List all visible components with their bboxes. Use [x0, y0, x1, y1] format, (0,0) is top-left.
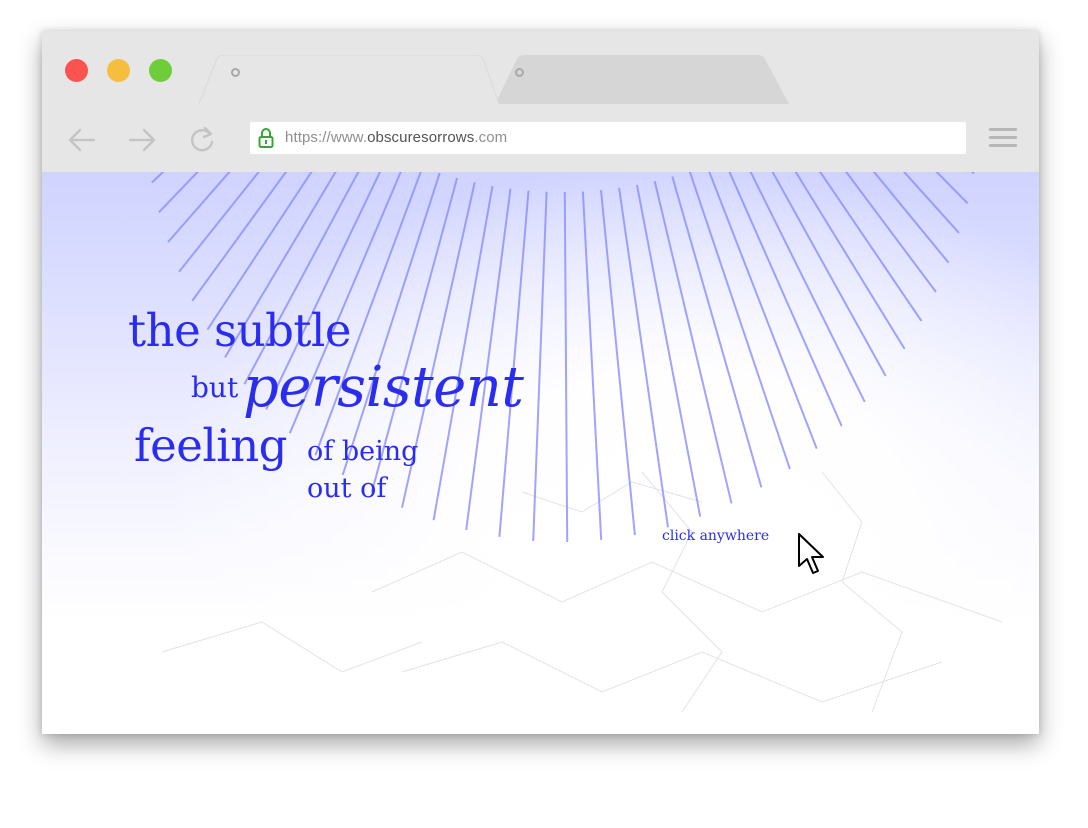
sun-ray [845, 172, 937, 293]
minimize-window-button[interactable] [107, 59, 130, 82]
sun-ray [563, 191, 569, 543]
sun-ray [636, 184, 702, 517]
url-domain: obscuresorrows [367, 129, 475, 146]
close-window-button[interactable] [65, 59, 88, 82]
sun-ray [708, 172, 818, 449]
poem-word-feeling: feeling [134, 419, 288, 472]
lock-icon [258, 128, 274, 148]
sun-ray [600, 190, 636, 536]
tab-1[interactable] [199, 55, 499, 104]
hamburger-icon-bar [989, 136, 1017, 139]
sun-ray [749, 172, 866, 403]
url-suffix: .com [474, 129, 508, 146]
poem-phrase-of-being: of being [307, 436, 419, 467]
tab-2[interactable] [495, 55, 795, 104]
menu-button[interactable] [989, 128, 1017, 150]
sun-ray [935, 172, 969, 204]
reload-icon [191, 126, 214, 152]
arrow-left-icon [68, 128, 96, 152]
click-anywhere-hint: click anywhere [662, 528, 770, 544]
reload-button[interactable] [186, 124, 218, 156]
sun-ray [532, 191, 548, 541]
sun-ray [178, 172, 260, 273]
page-content[interactable]: the subtle but persistent feeling of bei… [42, 172, 1039, 734]
tab-1-favicon-icon [231, 68, 240, 77]
mouse-pointer-icon [798, 533, 824, 574]
back-button[interactable] [66, 124, 98, 156]
address-bar[interactable]: https://www.obscuresorrows.com [250, 122, 966, 154]
poem-phrase-out-of: out of [307, 473, 387, 504]
sun-ray [618, 187, 669, 528]
tab-2-favicon-icon [515, 68, 524, 77]
poem-word-persistent: persistent [243, 355, 524, 420]
sun-ray [902, 172, 960, 234]
sun-ray [688, 172, 791, 470]
browser-window: https://www.obscuresorrows.com the subtl… [42, 31, 1039, 734]
sun-ray [158, 172, 199, 213]
arrow-right-icon [128, 128, 156, 152]
sun-ray [728, 172, 843, 427]
forward-button[interactable] [126, 124, 158, 156]
browser-toolbar: https://www.obscuresorrows.com [42, 104, 1039, 172]
title-bar [42, 31, 1039, 104]
url-text: https://www.obscuresorrows.com [285, 129, 507, 146]
maximize-window-button[interactable] [149, 59, 172, 82]
hamburger-icon-bar [989, 144, 1017, 147]
poem-line-1: the subtle [128, 304, 352, 357]
url-prefix: https://www. [285, 129, 368, 146]
sun-ray [581, 191, 603, 541]
poem-word-but: but [191, 371, 239, 404]
sun-ray [872, 172, 950, 264]
hamburger-icon [989, 128, 1017, 131]
